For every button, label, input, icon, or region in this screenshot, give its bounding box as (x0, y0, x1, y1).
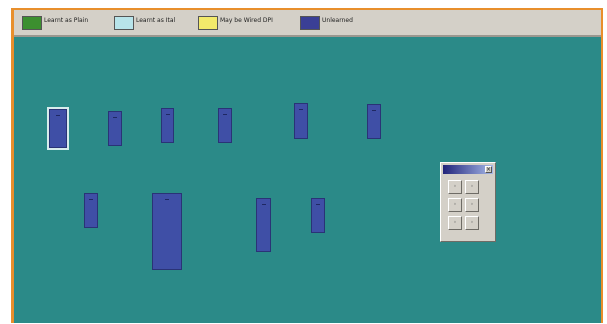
device-pin (223, 114, 227, 115)
device-7[interactable] (84, 193, 98, 228)
device-10[interactable] (311, 198, 325, 233)
device-pin (165, 114, 170, 115)
palette-button-5[interactable]: ◦ (448, 216, 462, 230)
device-1[interactable] (47, 107, 69, 150)
palette-button-6[interactable]: ◦ (465, 216, 479, 230)
legend-swatch-learnt-plain (22, 16, 42, 30)
legend-label: Learnt as Ital (136, 17, 176, 24)
legend-bar: Learnt as Plain Learnt as Ital May be Wi… (14, 10, 601, 37)
close-icon[interactable]: × (485, 166, 492, 173)
device-pin (299, 109, 303, 110)
palette-button-3[interactable]: ◦ (448, 198, 462, 212)
device-4[interactable] (218, 108, 232, 143)
legend-swatch-wired-dpi (198, 16, 218, 30)
tool-palette[interactable]: × ◦ ◦ ◦ ◦ ◦ ◦ (440, 162, 496, 242)
device-3[interactable] (161, 108, 174, 143)
device-8[interactable] (152, 193, 182, 270)
device-pin (89, 199, 93, 200)
palette-button-2[interactable]: ◦ (465, 180, 479, 194)
device-pin (165, 199, 169, 200)
legend-label: Unlearned (322, 17, 353, 24)
palette-button-4[interactable]: ◦ (465, 198, 479, 212)
device-pin (372, 110, 376, 111)
legend-swatch-unlearned (300, 16, 320, 30)
device-pin (56, 115, 60, 116)
device-6[interactable] (367, 104, 381, 139)
legend-label: Learnt as Plain (44, 17, 89, 24)
legend-label: May be Wired DPI (220, 17, 273, 24)
main-frame: Learnt as Plain Learnt as Ital May be Wi… (11, 8, 603, 323)
device-5[interactable] (294, 103, 308, 139)
device-pin (261, 204, 266, 205)
device-2[interactable] (108, 111, 122, 146)
palette-title-bar[interactable]: × (443, 165, 493, 174)
device-9[interactable] (256, 198, 271, 252)
legend-swatch-learnt-ital (114, 16, 134, 30)
palette-button-1[interactable]: ◦ (448, 180, 462, 194)
device-pin (316, 204, 320, 205)
device-pin (113, 117, 117, 118)
